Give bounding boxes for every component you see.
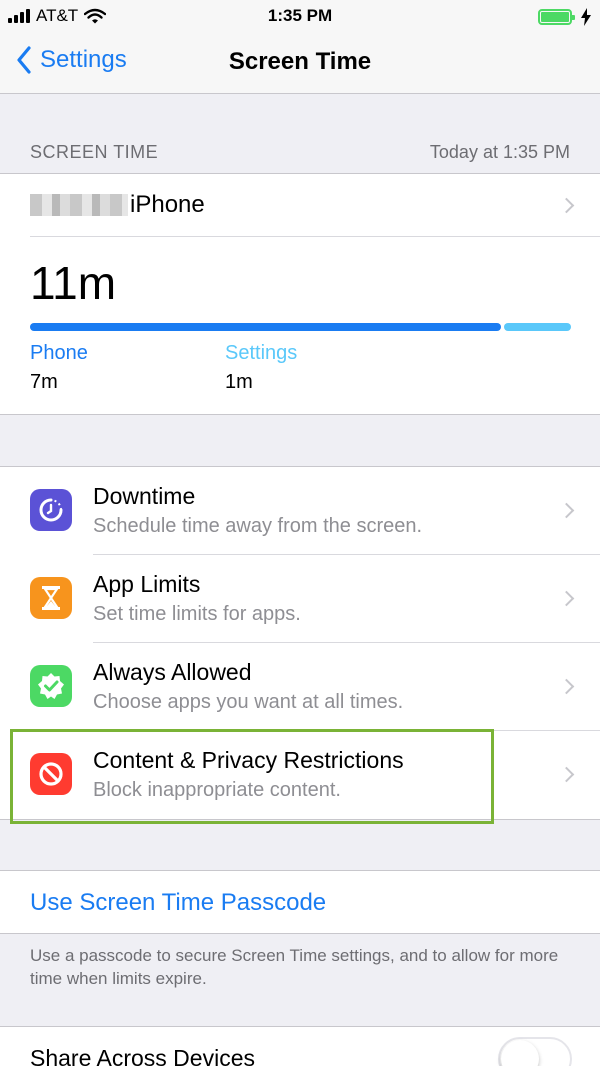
chevron-right-icon: [558, 678, 575, 695]
passcode-card: Use Screen Time Passcode: [0, 870, 600, 934]
chevron-right-icon: [558, 502, 575, 519]
highlight-box: [10, 729, 494, 824]
usage-bar: [30, 323, 571, 331]
page-title: Screen Time: [228, 48, 372, 75]
checkmark-badge-icon: [30, 665, 72, 707]
navigation-bar: Settings Screen Time: [0, 36, 600, 94]
device-row[interactable]: iPhone: [30, 174, 600, 237]
row-subtitle: Schedule time away from the screen.: [93, 515, 423, 537]
hourglass-icon: [30, 577, 72, 619]
row-subtitle: Set time limits for apps.: [93, 603, 301, 625]
screen-time-section-header: SCREEN TIME Today at 1:35 PM: [30, 142, 570, 163]
last-updated-timestamp: Today at 1:35 PM: [429, 142, 570, 162]
chevron-right-icon: [558, 766, 575, 783]
row-title: App Limits: [93, 571, 201, 597]
app-limits-row[interactable]: App Limits Set time limits for apps.: [0, 555, 600, 643]
legend-phone: Phone 7m: [30, 342, 88, 394]
share-toggle[interactable]: [498, 1037, 572, 1066]
usage-segment-settings: [503, 323, 571, 331]
passcode-footer-note: Use a passcode to secure Screen Time set…: [30, 946, 559, 988]
always-allowed-row[interactable]: Always Allowed Choose apps you want at a…: [0, 643, 600, 731]
status-time: 1:35 PM: [267, 6, 333, 25]
legend-value: 1m: [225, 371, 253, 393]
share-across-devices-label: Share Across Devices: [30, 1045, 255, 1066]
chevron-right-icon: [558, 197, 575, 213]
use-passcode-button[interactable]: Use Screen Time Passcode: [30, 889, 326, 917]
device-name: iPhone: [130, 191, 205, 218]
chevron-right-icon: [558, 590, 575, 607]
legend-settings: Settings 1m: [225, 342, 297, 394]
status-bar: AT&T 1:35 PM: [0, 0, 600, 36]
status-right: [538, 8, 592, 26]
charging-bolt-icon: [581, 8, 591, 26]
legend-label: Settings: [225, 342, 298, 364]
total-screen-time: 11m: [30, 257, 117, 309]
usage-segment-phone: [30, 323, 501, 331]
usage-summary-card: iPhone 11m Phone 7m Settings 1m: [0, 173, 600, 415]
legend-label: Phone: [30, 342, 88, 364]
row-title: Always Allowed: [93, 659, 252, 685]
toggle-knob: [501, 1040, 539, 1066]
row-title: Downtime: [93, 483, 196, 509]
row-subtitle: Choose apps you want at all times.: [93, 691, 404, 713]
redacted-owner-name: [30, 194, 128, 216]
battery-icon: [538, 9, 575, 25]
share-card: Share Across Devices: [0, 1026, 600, 1066]
legend-value: 7m: [30, 371, 58, 393]
downtime-icon: [30, 489, 72, 531]
section-label: SCREEN TIME: [30, 142, 159, 162]
downtime-row[interactable]: Downtime Schedule time away from the scr…: [0, 467, 600, 555]
